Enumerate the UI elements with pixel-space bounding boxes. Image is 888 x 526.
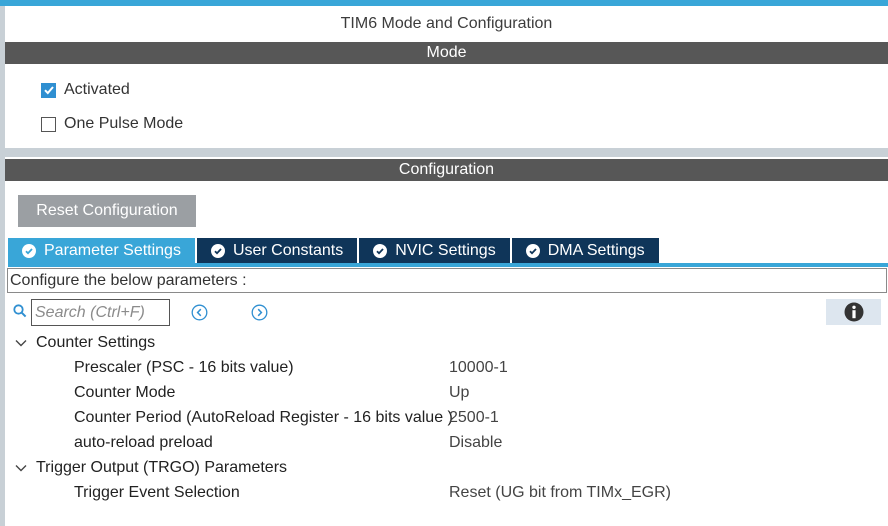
info-icon [844,302,863,322]
param-value[interactable]: Disable [449,434,502,452]
tab-dma-settings[interactable]: DMA Settings [511,238,659,263]
param-value[interactable]: 10000-1 [449,359,508,377]
activated-checkbox-row[interactable]: Activated [41,81,130,99]
param-value[interactable]: Up [449,384,469,402]
group-counter-settings[interactable]: Counter Settings [13,334,155,352]
check-circle-icon [373,243,388,258]
search-icon [13,304,27,318]
param-value[interactable]: 2500-1 [449,409,499,427]
param-label: Counter Period (AutoReload Register - 16… [74,409,453,426]
section-divider [0,148,888,157]
group-title: Trigger Output (TRGO) Parameters [36,459,288,476]
activated-checkbox[interactable] [41,82,56,98]
activated-label: Activated [64,81,130,98]
reset-configuration-button[interactable]: Reset Configuration [18,195,196,227]
tab-user-constants[interactable]: User Constants [196,238,358,263]
mode-section-header: Mode [5,42,888,64]
parameters-description: Configure the below parameters : [7,268,887,293]
checkmark-icon [43,86,54,95]
check-circle-icon [22,243,36,258]
one-pulse-checkbox-row[interactable]: One Pulse Mode [41,115,183,133]
tab-nvic-settings[interactable]: NVIC Settings [359,238,510,263]
window-left-border [0,6,5,526]
tab-underline [8,263,888,267]
group-title: Counter Settings [36,334,156,351]
chevron-right-circle-icon[interactable] [251,304,268,321]
one-pulse-label: One Pulse Mode [64,115,184,132]
tab-parameter-settings[interactable]: Parameter Settings [8,238,195,263]
group-trigger-output[interactable]: Trigger Output (TRGO) Parameters [13,459,287,477]
param-label: Counter Mode [74,384,176,401]
chevron-down-icon[interactable] [13,335,29,351]
search-input[interactable] [31,299,170,326]
tab-label: DMA Settings [547,241,645,259]
tab-label: User Constants [232,241,344,259]
config-tabs: Parameter Settings User Constants NVIC S… [8,238,661,263]
param-label: Trigger Event Selection [74,484,240,501]
check-circle-icon [525,243,540,258]
info-button[interactable] [826,299,881,325]
chevron-left-circle-icon[interactable] [191,304,208,321]
configuration-section-header: Configuration [5,159,888,181]
param-label: Prescaler (PSC - 16 bits value) [74,359,294,376]
param-value[interactable]: Reset (UG bit from TIMx_EGR) [449,484,671,502]
check-circle-icon [210,243,225,258]
tab-label: Parameter Settings [44,241,181,259]
one-pulse-checkbox[interactable] [41,116,56,132]
tab-label: NVIC Settings [395,241,496,259]
param-label: auto-reload preload [74,434,213,451]
chevron-down-icon[interactable] [13,460,29,476]
window-title: TIM6 Mode and Configuration [340,15,553,32]
